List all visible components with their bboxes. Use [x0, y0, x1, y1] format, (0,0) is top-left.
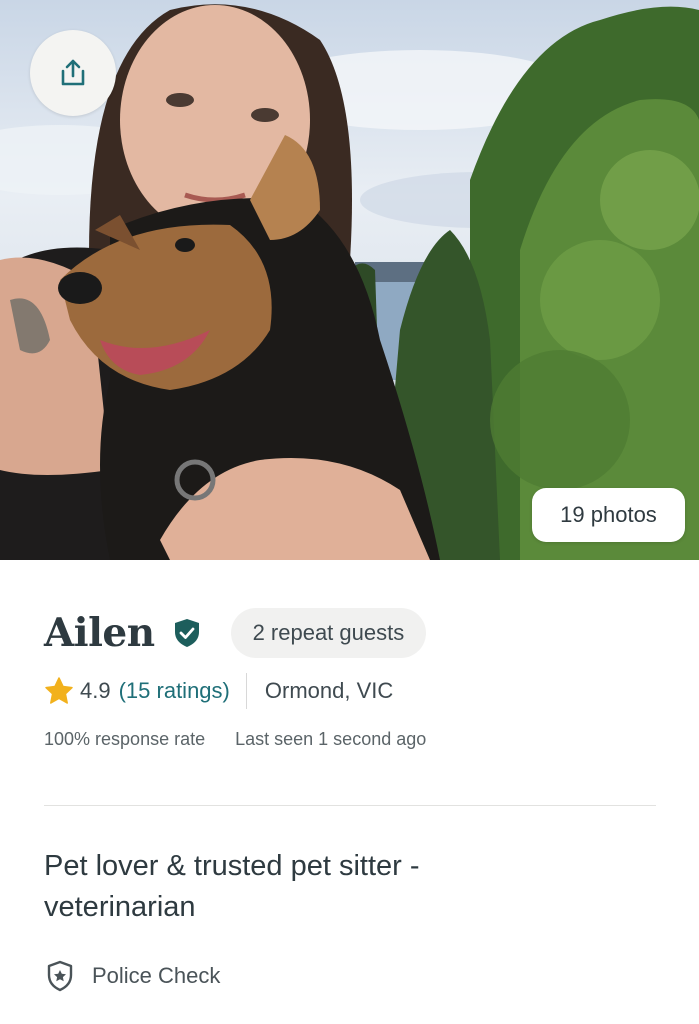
location: Ormond, VIC: [264, 678, 394, 703]
verified-shield-icon: [174, 619, 199, 647]
meta-row: 100% response rate Last seen 1 second ag…: [44, 724, 426, 754]
response-rate: 100% response rate: [44, 728, 206, 749]
ratings-count-link[interactable]: (15 ratings): [119, 678, 230, 704]
section-divider: [44, 805, 656, 806]
police-check-row: Police Check: [46, 958, 220, 994]
photos-count-button[interactable]: 19 photos: [532, 488, 685, 542]
headline-line-1: Pet lover & trusted pet sitter -: [44, 850, 420, 882]
star-icon: [45, 677, 73, 704]
police-check-shield-icon: [47, 960, 73, 992]
profile-headline: Pet lover & trusted pet sitter - veterin…: [44, 846, 584, 928]
rating-row: 4.9 (15 ratings) Ormond, VIC: [44, 672, 393, 710]
share-button[interactable]: [30, 30, 116, 116]
sitter-name: Ailen: [44, 610, 155, 656]
share-icon: [61, 59, 85, 86]
police-check-label: Police Check: [92, 963, 221, 988]
headline-line-2: veterinarian: [44, 891, 196, 923]
name-row: Ailen 2 repeat guests: [44, 606, 427, 660]
vertical-divider: [245, 673, 247, 709]
last-seen: Last seen 1 second ago: [235, 728, 427, 749]
repeat-guests-badge: 2 repeat guests: [230, 608, 427, 658]
rating-value: 4.9: [80, 678, 111, 703]
profile-photo[interactable]: 19 photos: [0, 0, 699, 560]
